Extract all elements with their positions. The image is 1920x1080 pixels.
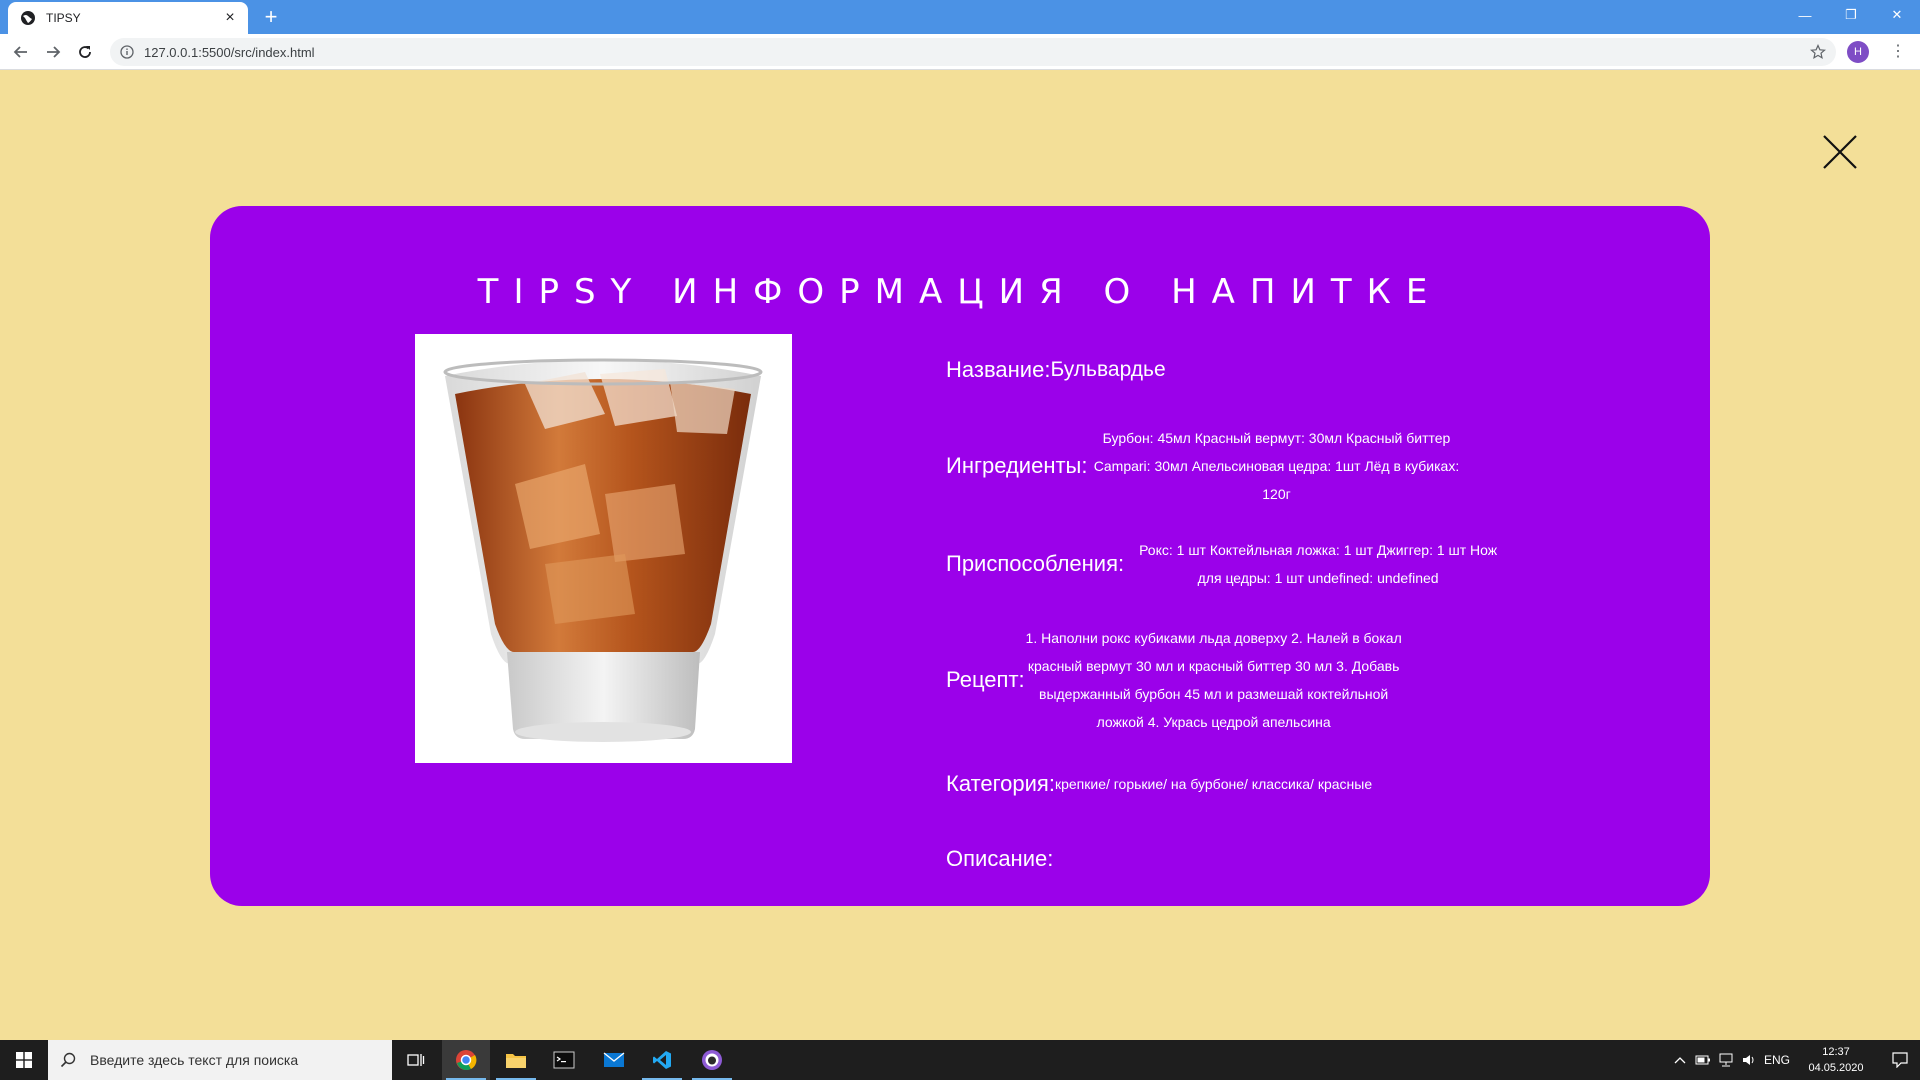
back-button[interactable] — [9, 40, 33, 64]
browser-toolbar: 127.0.0.1:5500/src/index.html — [0, 34, 1920, 70]
category-label: Категория: — [946, 771, 1055, 796]
mail-icon[interactable] — [590, 1040, 638, 1080]
drink-name-row: Название: Бульвардье — [946, 356, 1166, 384]
arrow-right-icon — [47, 46, 61, 58]
tools-row: Приспособления: Рокс: 1 шт Коктейльная л… — [946, 536, 1498, 592]
vscode-icon[interactable] — [638, 1040, 686, 1080]
tools-value: Рокс: 1 шт Коктейльная ложка: 1 шт Джигг… — [1139, 542, 1498, 586]
browser-tab[interactable]: TIPSY × — [8, 2, 248, 34]
clock-time: 12:37 — [1822, 1046, 1850, 1058]
windows-start-button[interactable] — [0, 1040, 48, 1080]
recipe-label: Рецепт: — [946, 667, 1025, 692]
volume-icon[interactable] — [1739, 1040, 1759, 1080]
globe-icon — [20, 10, 36, 26]
system-clock[interactable]: 12:37 04.05.2020 — [1796, 1044, 1876, 1076]
tray-chevron-up-icon[interactable] — [1670, 1040, 1690, 1080]
notifications-icon[interactable] — [1880, 1040, 1920, 1080]
category-value: крепкие/ горькие/ на бурбоне/ классика/ … — [1054, 776, 1373, 792]
info-icon[interactable] — [120, 45, 134, 59]
recipe-value: 1. Наполни рокс кубиками льда доверху 2.… — [1025, 630, 1402, 730]
close-icon[interactable] — [1820, 132, 1860, 172]
reload-icon — [79, 46, 91, 58]
ingredients-label: Ингредиенты: — [946, 453, 1088, 478]
minimize-button[interactable]: — — [1782, 0, 1828, 30]
new-tab-button[interactable]: + — [258, 4, 284, 30]
taskbar: Введите здесь текст для поиска ENG 12:37… — [0, 1040, 1920, 1080]
ingredients-value: Бурбон: 45мл Красный вермут: 30мл Красны… — [1093, 430, 1460, 502]
drink-image — [415, 334, 792, 763]
language-indicator[interactable]: ENG — [1760, 1040, 1794, 1080]
name-value: Бульвардье — [1050, 358, 1166, 381]
url-text[interactable]: 127.0.0.1:5500/src/index.html — [144, 45, 1810, 60]
ingredients-row: Ингредиенты: Бурбон: 45мл Красный вермут… — [946, 424, 1460, 508]
chrome-taskbar-icon[interactable] — [442, 1040, 490, 1080]
profile-avatar[interactable]: H — [1847, 41, 1869, 63]
bookmark-star-icon[interactable] — [1810, 44, 1826, 60]
browser-menu-icon[interactable]: ⋮ — [1889, 41, 1907, 63]
taskbar-search-box[interactable]: Введите здесь текст для поиска — [48, 1040, 392, 1080]
window-close-button[interactable]: ✕ — [1874, 0, 1920, 30]
windows-logo-icon — [16, 1052, 32, 1068]
description-row: Описание: — [946, 846, 1053, 872]
tools-label: Приспособления: — [946, 551, 1125, 576]
tab-close-button[interactable]: × — [222, 9, 238, 27]
tab-title: TIPSY — [46, 11, 81, 25]
modal-title: TIPSY ИНФОРМАЦИЯ О НАПИТКЕ — [477, 272, 1443, 312]
battery-icon[interactable] — [1693, 1040, 1713, 1080]
category-row: Категория: крепкие/ горькие/ на бурбоне/… — [946, 770, 1372, 798]
arrow-left-icon — [13, 46, 27, 58]
description-label: Описание: — [946, 846, 1054, 871]
file-explorer-icon[interactable] — [492, 1040, 540, 1080]
search-placeholder: Введите здесь текст для поиска — [90, 1052, 299, 1068]
name-label: Название: — [946, 357, 1051, 382]
recipe-row: Рецепт: 1. Наполни рокс кубиками льда до… — [946, 624, 1403, 736]
drink-info-modal: TIPSY ИНФОРМАЦИЯ О НАПИТКЕ Название: Бул… — [210, 206, 1710, 906]
browser-tab-strip: TIPSY × + — ❐ ✕ — [0, 0, 1920, 34]
reload-button[interactable] — [73, 40, 97, 64]
network-icon[interactable] — [1716, 1040, 1736, 1080]
github-desktop-icon[interactable] — [688, 1040, 736, 1080]
search-icon — [60, 1052, 76, 1068]
clock-date: 04.05.2020 — [1808, 1062, 1864, 1074]
address-bar[interactable]: 127.0.0.1:5500/src/index.html — [110, 38, 1836, 66]
forward-button[interactable] — [41, 40, 65, 64]
restore-button[interactable]: ❐ — [1828, 0, 1874, 30]
task-view-icon[interactable] — [392, 1040, 440, 1080]
terminal-icon[interactable] — [540, 1040, 588, 1080]
